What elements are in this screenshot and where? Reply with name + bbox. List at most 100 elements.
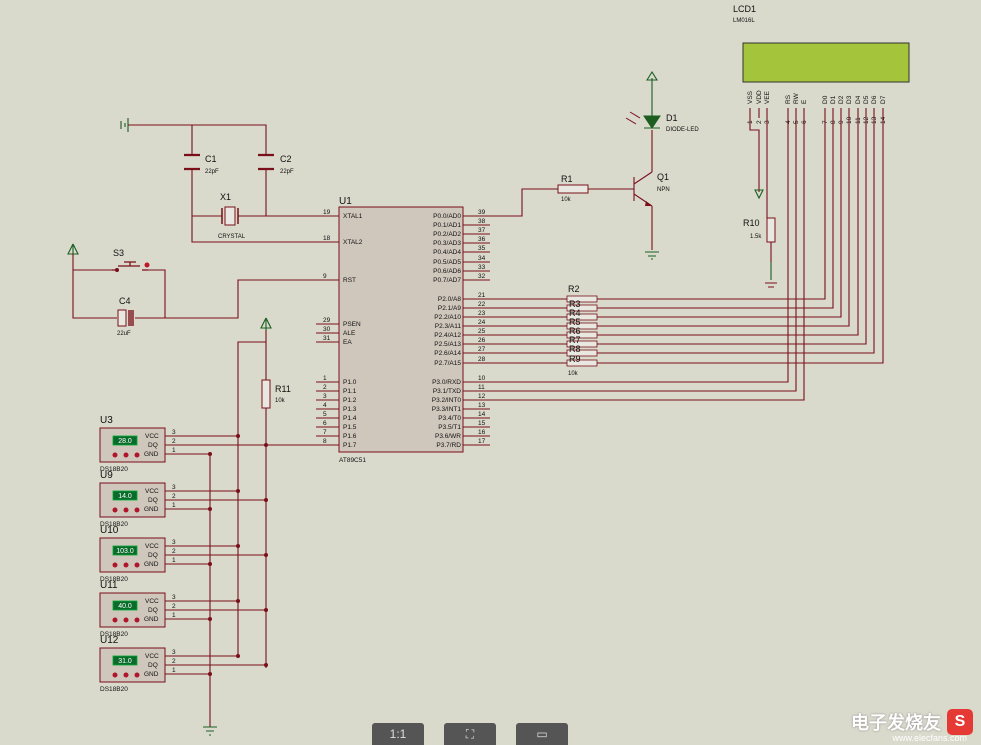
sensor-temp: 31.0 xyxy=(118,658,132,665)
schematic-canvas: LCD1 LM016L VSS 1 VDD 2 VEE 3 RS 4 RW 5 E 6 D0 7 D1 8 D2… xyxy=(67,4,910,736)
mcu-pin-number: 11 xyxy=(478,384,485,391)
sensor-ds18b20-u9[interactable]: U914.0VCCDQGND321DS18B20 xyxy=(99,470,268,528)
lcd-pin-label: E xyxy=(801,99,808,104)
mcu-pin-number: 27 xyxy=(478,346,486,353)
svg-text:2: 2 xyxy=(172,438,176,445)
mcu-pin-label: P3.1/TXD xyxy=(433,388,461,395)
resistor-r11[interactable]: R11 10k xyxy=(260,317,291,668)
lcd-pin-label: VSS xyxy=(747,90,754,104)
r2-sub-label: R8 xyxy=(569,344,581,354)
export-icon[interactable]: ▭ xyxy=(516,723,568,745)
transistor-q1[interactable]: Q1 NPN xyxy=(633,130,670,250)
mcu-at89c51[interactable]: U1 AT89C51 19XTAL118XTAL29RST29PSEN30ALE… xyxy=(316,196,490,464)
lcd-pin-label: D3 xyxy=(846,95,853,104)
mcu-pin-label: P1.1 xyxy=(343,388,357,395)
zoom-1to1-button[interactable]: 1:1 xyxy=(372,723,424,745)
mcu-pin-number: 23 xyxy=(478,310,486,317)
sensor-ds18b20-u3[interactable]: U328.0VCCDQGND321DS18B20 xyxy=(99,415,268,473)
mcu-pin-label: XTAL2 xyxy=(343,239,363,246)
sensor-ref: U10 xyxy=(100,525,119,536)
sensor-ds18b20-u10[interactable]: U10103.0VCCDQGND321DS18B20 xyxy=(99,525,268,583)
mcu-pin-label: P0.1/AD1 xyxy=(433,222,461,229)
mcu-ref: U1 xyxy=(339,196,352,207)
r11-value: 10k xyxy=(275,398,286,404)
mcu-pin-label: P1.7 xyxy=(343,442,357,449)
mcu-pin-label: P0.6/AD6 xyxy=(433,268,461,275)
svg-text:2: 2 xyxy=(172,658,176,665)
resistor-network-r2[interactable]: R2 10k R3R4R5R6R7R8R9 xyxy=(566,284,598,377)
c4-value: 22uF xyxy=(117,331,131,337)
sensor-temp: 28.0 xyxy=(118,438,132,445)
mcu-pin-number: 12 xyxy=(478,393,486,400)
mcu-pin-label: P0.4/AD4 xyxy=(433,249,461,256)
sensor-pin-dq: DQ xyxy=(148,607,158,614)
q1-value: NPN xyxy=(657,187,670,193)
mcu-pin-label: P2.6/A14 xyxy=(434,350,461,357)
mcu-pin-number: 3 xyxy=(323,393,327,400)
sensor-ds18b20-u12[interactable]: U12 31.0 VCC DQ GND 3 2 1 DS18B20 xyxy=(99,635,268,693)
svg-text:3: 3 xyxy=(172,429,176,436)
mcu-pin-number: 15 xyxy=(478,420,486,427)
lcd-part: LM016L xyxy=(733,18,755,24)
mcu-pin-label: P3.5/T1 xyxy=(438,424,461,431)
mcu-pin-number: 9 xyxy=(323,273,327,280)
resistor-r1[interactable]: R1 10k xyxy=(557,174,589,203)
mcu-pin-label: P1.6 xyxy=(343,433,357,440)
mcu-pin-number: 10 xyxy=(478,375,486,382)
mcu-pin-label: EA xyxy=(343,339,352,346)
mcu-pin-label: PSEN xyxy=(343,321,361,328)
mcu-pin-label: P1.0 xyxy=(343,379,357,386)
watermark-brand: 电子发烧友 xyxy=(851,713,941,733)
sensor-pin-gnd: GND xyxy=(144,561,159,568)
x1-value: CRYSTAL xyxy=(218,234,246,240)
mcu-pin-number: 21 xyxy=(478,292,486,299)
sensor-pin-dq: DQ xyxy=(148,497,158,504)
pushbutton-s3[interactable]: S3 xyxy=(112,248,150,272)
c2-value: 22pF xyxy=(280,169,294,175)
mcu-pin-label: P3.3/INT1 xyxy=(432,406,462,413)
ground-symbol-top xyxy=(120,118,129,132)
ground-symbol-q1 xyxy=(645,251,659,260)
mcu-pin-number: 1 xyxy=(323,375,327,382)
fit-view-icon[interactable]: ⛶ xyxy=(444,723,496,745)
mcu-pin-number: 5 xyxy=(323,411,327,418)
power-symbol-reset xyxy=(67,243,79,255)
mcu-pin-number: 32 xyxy=(478,273,486,280)
sensor-ds18b20-u11[interactable]: U1140.0VCCDQGND321DS18B20 xyxy=(99,580,268,638)
mcu-pin-label: P2.7/A15 xyxy=(434,360,461,367)
mcu-pin-number: 13 xyxy=(478,402,486,409)
mcu-pin-label: P2.5/A13 xyxy=(434,341,461,348)
svg-text:1: 1 xyxy=(172,447,176,454)
mcu-pin-number: 19 xyxy=(323,209,331,216)
c2-ref: C2 xyxy=(280,154,292,164)
sensor-temp: 40.0 xyxy=(118,603,132,610)
x1-ref: X1 xyxy=(220,192,231,202)
sensor-temp: 14.0 xyxy=(118,493,132,500)
r2-sub-label: R9 xyxy=(569,354,581,364)
capacitor-c2[interactable]: C2 22pF xyxy=(258,153,294,175)
sensor-pin-gnd: GND xyxy=(144,451,159,458)
svg-text:3: 3 xyxy=(172,539,176,546)
svg-text:1: 1 xyxy=(172,502,176,509)
watermark: 电子发烧友 S xyxy=(851,709,973,735)
mcu-pin-number: 8 xyxy=(323,438,327,445)
sensor-pin-gnd: GND xyxy=(144,616,159,623)
d1-ref: D1 xyxy=(666,113,678,123)
mcu-pin-number: 2 xyxy=(323,384,327,391)
capacitor-c4[interactable]: C4 22uF xyxy=(117,296,134,337)
mcu-pin-number: 24 xyxy=(478,319,486,326)
lcd-lm016l[interactable]: LCD1 LM016L VSS1VDD2VEE3RS4RW5E6D07D18D2… xyxy=(733,4,910,124)
sensor-pin-vcc: VCC xyxy=(145,653,159,660)
mcu-pin-label: P3.2/INT0 xyxy=(432,397,462,404)
svg-text:3: 3 xyxy=(172,594,176,601)
mcu-pin-number: 28 xyxy=(478,356,486,363)
r2-ref: R2 xyxy=(568,284,580,294)
sensor-ref: U11 xyxy=(100,580,118,591)
resistor-r10[interactable]: R10 1.5k xyxy=(743,217,776,243)
led-d1[interactable]: D1 DIODE-LED xyxy=(625,70,699,133)
capacitor-c1[interactable]: C1 22pF xyxy=(184,153,219,175)
mcu-pin-number: 37 xyxy=(478,227,486,234)
mcu-pin-label: RST xyxy=(343,277,356,284)
lcd-pin-label: VDD xyxy=(756,90,763,104)
mcu-pin-label: P3.4/T0 xyxy=(438,415,461,422)
